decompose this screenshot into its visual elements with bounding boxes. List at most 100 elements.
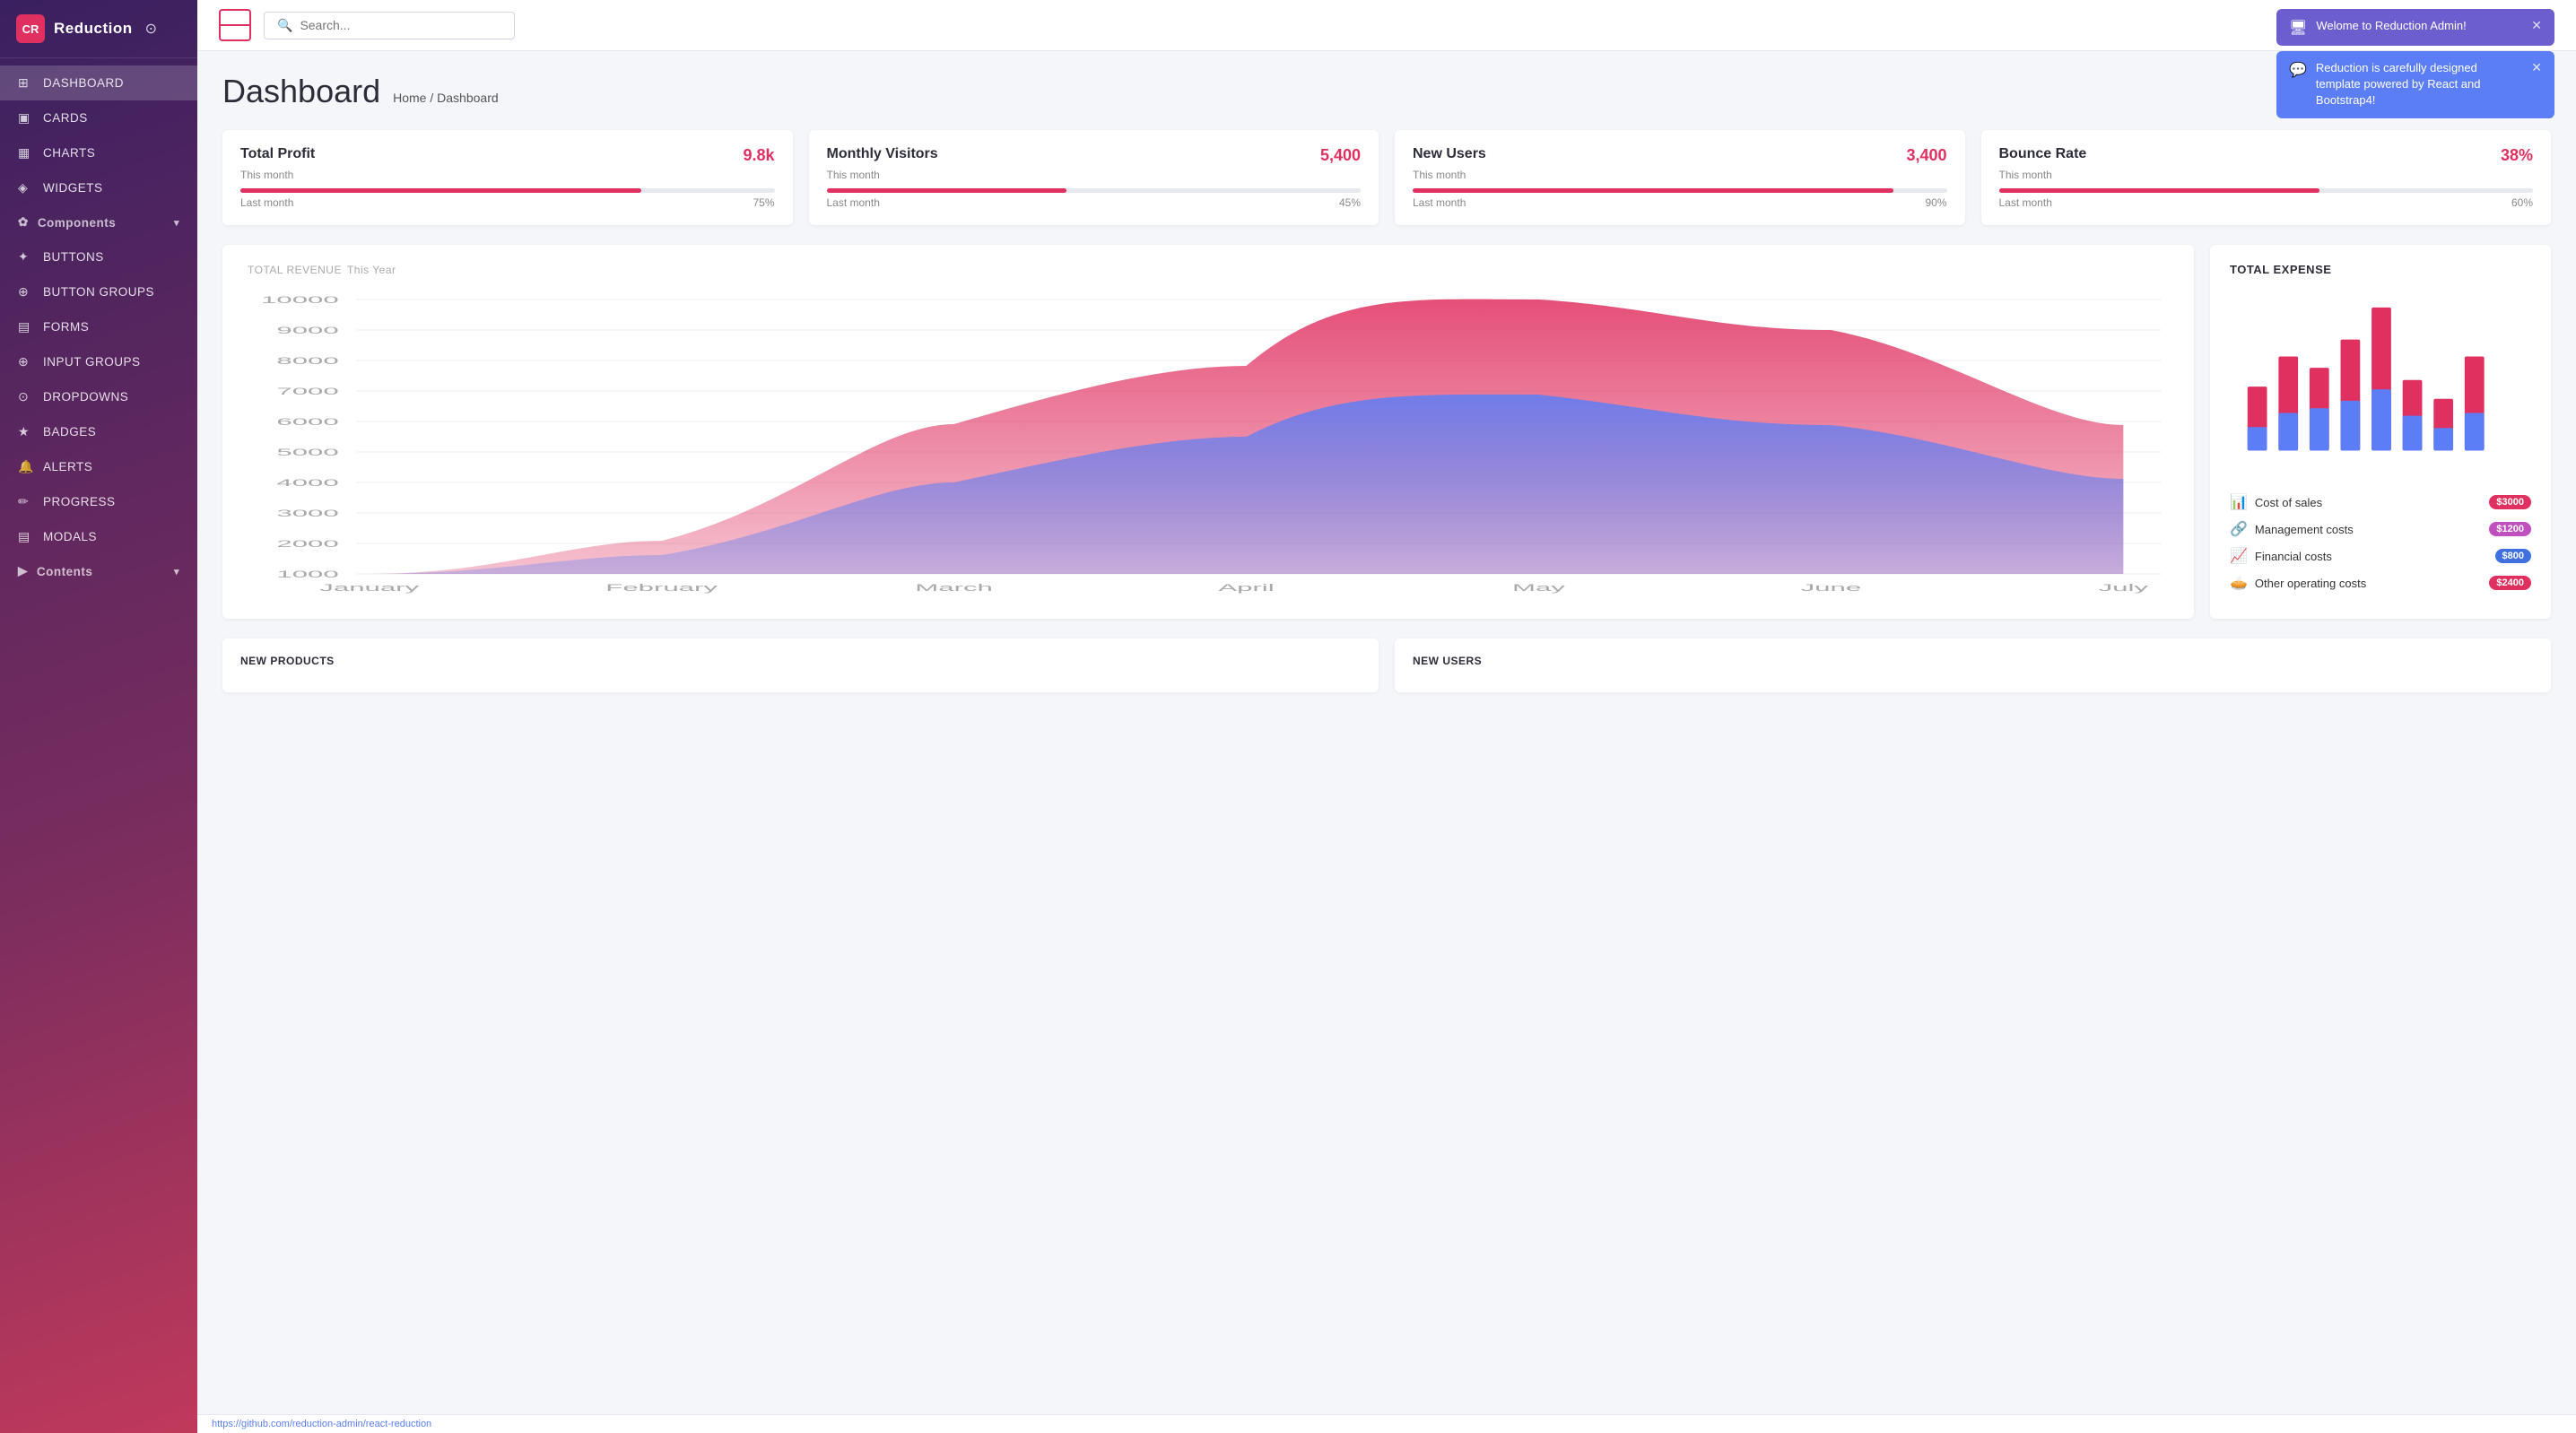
svg-text:6000: 6000 bbox=[276, 416, 338, 427]
main-content: 🔍 🖥 Welome to Reduction Admin! ✕ 💬 Reduc… bbox=[197, 0, 2576, 1433]
status-url: https://github.com/reduction-admin/react… bbox=[212, 1419, 431, 1429]
legend-label-2: Management costs bbox=[2255, 523, 2354, 536]
bottom-row: NEW PRODUCTS NEW USERS bbox=[222, 638, 2551, 692]
sidebar-item-label: CHARTS bbox=[43, 146, 95, 160]
stat-sub-users: This month bbox=[1413, 169, 1947, 181]
bar-blue-6 bbox=[2403, 416, 2423, 451]
stat-bar-visitors bbox=[827, 188, 1067, 193]
notif-text-2: Reduction is carefully designed template… bbox=[2316, 60, 2517, 109]
other-costs-icon: 🥧 bbox=[2230, 574, 2248, 592]
bar-blue-1 bbox=[2248, 427, 2267, 450]
bar-chart bbox=[2230, 291, 2531, 479]
sidebar: CR Reduction ⊙ ⊞ DASHBOARD ▣ CARDS ▦ CHA… bbox=[0, 0, 197, 1433]
notif-text-1: Welome to Reduction Admin! bbox=[2316, 18, 2517, 34]
alerts-icon: 🔔 bbox=[18, 459, 34, 474]
sidebar-section-label: Contents bbox=[37, 565, 93, 578]
page-content: Dashboard Home / Dashboard Total Profit … bbox=[197, 51, 2576, 1414]
legend-other-costs: 🥧 Other operating costs $2400 bbox=[2230, 574, 2531, 592]
stat-value-profit: 9.8k bbox=[743, 146, 774, 165]
github-icon: ⊙ bbox=[145, 20, 157, 38]
stat-sub-bounce: This month bbox=[1999, 169, 2534, 181]
stat-value-bounce: 38% bbox=[2501, 146, 2533, 165]
sidebar-item-dropdowns[interactable]: ⊙ DROPDOWNS bbox=[0, 379, 197, 414]
stat-card-visitors: Monthly Visitors 5,400 This month Last m… bbox=[809, 130, 1379, 225]
notification-2: 💬 Reduction is carefully designed templa… bbox=[2276, 51, 2554, 118]
stat-last-value-users: 90% bbox=[1925, 196, 1946, 209]
buttons-icon: ✦ bbox=[18, 249, 34, 265]
stat-bar-profit bbox=[240, 188, 641, 193]
modals-icon: ▤ bbox=[18, 529, 34, 544]
dropdowns-icon: ⊙ bbox=[18, 389, 34, 404]
sidebar-section-components[interactable]: ✿ Components ▾ bbox=[0, 205, 197, 239]
input-groups-icon: ⊕ bbox=[18, 354, 34, 369]
legend-financial-costs: 📈 Financial costs $800 bbox=[2230, 547, 2531, 565]
breadcrumb-current: Dashboard bbox=[437, 91, 499, 105]
sidebar-item-label: WIDGETS bbox=[43, 181, 103, 195]
dashboard-icon: ⊞ bbox=[18, 75, 34, 91]
sidebar-item-widgets[interactable]: ◈ WIDGETS bbox=[0, 170, 197, 205]
sidebar-item-label: BUTTONS bbox=[43, 250, 104, 264]
notif-close-2[interactable]: ✕ bbox=[2531, 60, 2542, 75]
sidebar-item-label: BADGES bbox=[43, 425, 96, 439]
sidebar-item-modals[interactable]: ▤ MODALS bbox=[0, 519, 197, 554]
svg-text:June: June bbox=[1801, 582, 1862, 593]
chevron-down-icon: ▾ bbox=[174, 217, 179, 229]
new-products-card: NEW PRODUCTS bbox=[222, 638, 1379, 692]
svg-text:5000: 5000 bbox=[276, 447, 338, 457]
legend-cost-of-sales: 📊 Cost of sales $3000 bbox=[2230, 493, 2531, 511]
sidebar-item-progress[interactable]: ✏ PROGRESS bbox=[0, 484, 197, 519]
sidebar-item-label: BUTTON GROUPS bbox=[43, 285, 154, 299]
sidebar-item-label: DASHBOARD bbox=[43, 76, 124, 90]
sidebar-item-alerts[interactable]: 🔔 ALERTS bbox=[0, 449, 197, 484]
sidebar-item-buttons[interactable]: ✦ BUTTONS bbox=[0, 239, 197, 274]
search-input[interactable] bbox=[300, 18, 501, 32]
badges-icon: ★ bbox=[18, 424, 34, 439]
sidebar-item-dashboard[interactable]: ⊞ DASHBOARD bbox=[0, 65, 197, 100]
stat-last-label-bounce: Last month bbox=[1999, 196, 2052, 209]
chevron-down-icon-2: ▾ bbox=[174, 566, 179, 578]
hamburger-line-2 bbox=[231, 24, 240, 26]
status-bar: https://github.com/reduction-admin/react… bbox=[197, 1414, 2576, 1433]
breadcrumb-sep: / bbox=[430, 91, 437, 105]
stat-sub-profit: This month bbox=[240, 169, 775, 181]
new-users-card: NEW USERS bbox=[1395, 638, 2551, 692]
sidebar-item-forms[interactable]: ▤ FORMS bbox=[0, 309, 197, 344]
revenue-chart-card: TOTAL REVENUEThis Year 10000 9000 8000 7… bbox=[222, 245, 2194, 619]
sidebar-item-input-groups[interactable]: ⊕ INPUT GROUPS bbox=[0, 344, 197, 379]
stat-card-profit: Total Profit 9.8k This month Last month … bbox=[222, 130, 793, 225]
stat-sub-visitors: This month bbox=[827, 169, 1362, 181]
legend-management-costs: 🔗 Management costs $1200 bbox=[2230, 520, 2531, 538]
svg-text:January: January bbox=[319, 582, 419, 593]
widgets-icon: ◈ bbox=[18, 180, 34, 195]
legend-badge-1: $3000 bbox=[2489, 495, 2531, 509]
sidebar-logo: CR Reduction ⊙ bbox=[0, 0, 197, 58]
svg-text:March: March bbox=[915, 582, 993, 593]
hamburger-button[interactable] bbox=[219, 9, 251, 41]
hamburger-line-1 bbox=[221, 24, 231, 26]
svg-text:7000: 7000 bbox=[276, 386, 338, 396]
notification-1: 🖥 Welome to Reduction Admin! ✕ bbox=[2276, 9, 2554, 46]
breadcrumb-home: Home bbox=[393, 91, 426, 105]
legend-label-1: Cost of sales bbox=[2255, 496, 2322, 509]
bar-blue-5 bbox=[2371, 389, 2391, 450]
sidebar-item-button-groups[interactable]: ⊕ BUTTON GROUPS bbox=[0, 274, 197, 309]
legend-badge-2: $1200 bbox=[2489, 522, 2531, 536]
legend-badge-3: $800 bbox=[2495, 549, 2531, 563]
management-costs-icon: 🔗 bbox=[2230, 520, 2248, 538]
sidebar-item-label: PROGRESS bbox=[43, 495, 116, 508]
new-users-title: NEW USERS bbox=[1413, 655, 2533, 667]
sidebar-item-label: DROPDOWNS bbox=[43, 390, 128, 404]
stat-card-users: New Users 3,400 This month Last month 90… bbox=[1395, 130, 1965, 225]
stat-last-value-visitors: 45% bbox=[1339, 196, 1361, 209]
stat-label-visitors: Monthly Visitors bbox=[827, 146, 938, 162]
notif-close-1[interactable]: ✕ bbox=[2531, 18, 2542, 33]
svg-text:4000: 4000 bbox=[276, 477, 338, 488]
sidebar-item-cards[interactable]: ▣ CARDS bbox=[0, 100, 197, 135]
stat-bar-users bbox=[1413, 188, 1893, 193]
stat-last-label-users: Last month bbox=[1413, 196, 1466, 209]
search-box: 🔍 bbox=[264, 12, 515, 39]
sidebar-item-badges[interactable]: ★ BADGES bbox=[0, 414, 197, 449]
sidebar-item-label: ALERTS bbox=[43, 460, 92, 473]
sidebar-item-charts[interactable]: ▦ CHARTS bbox=[0, 135, 197, 170]
sidebar-section-contents[interactable]: ▶ Contents ▾ bbox=[0, 554, 197, 588]
